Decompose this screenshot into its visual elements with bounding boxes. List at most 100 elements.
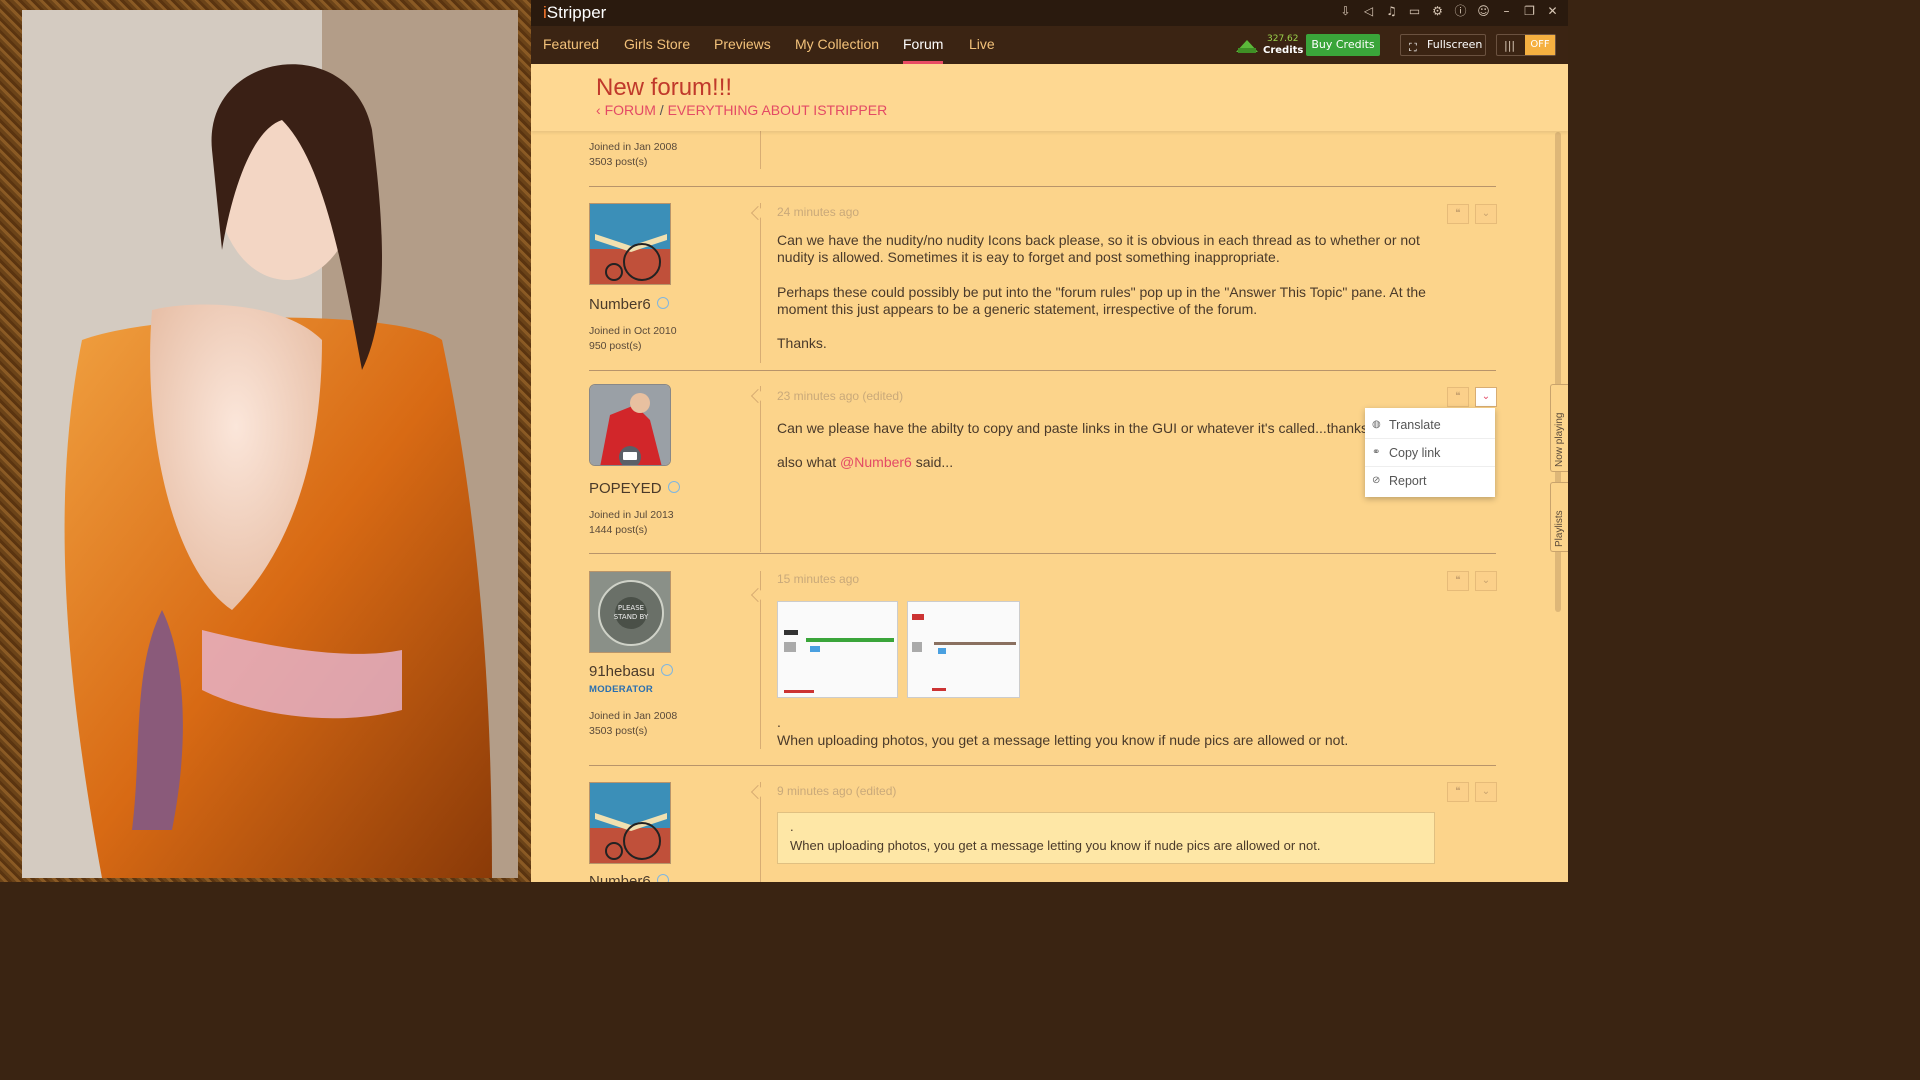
nav-girls-store[interactable]: Girls Store: [624, 26, 690, 64]
credits-value: 327.62: [1267, 34, 1299, 44]
joined-date: Joined in Jan 2008: [589, 141, 678, 153]
avatar[interactable]: [589, 782, 671, 864]
quote-dot: .: [790, 819, 794, 834]
woman-avatar-icon: [590, 385, 670, 465]
music-icon[interactable]: ♫: [1384, 4, 1399, 19]
post-divider: [760, 386, 761, 552]
chevron-left-icon[interactable]: ‹: [596, 102, 605, 118]
app-logo: iStripper: [543, 3, 607, 22]
link-icon: ⚭: [1372, 447, 1381, 458]
quote-button[interactable]: ❝: [1447, 204, 1469, 224]
fullscreen-button[interactable]: ⛶ Fullscreen: [1400, 34, 1486, 56]
image-thumbnail[interactable]: [907, 601, 1020, 698]
main-nav: Featured Girls Store Previews My Collect…: [531, 26, 1568, 64]
post-notch: [750, 587, 766, 603]
mention-link[interactable]: @Number6: [840, 454, 912, 470]
chevron-down-icon[interactable]: ⌄: [1475, 204, 1497, 224]
breadcrumb: ‹ FORUM / EVERYTHING ABOUT ISTRIPPER: [596, 102, 887, 118]
menu-report[interactable]: ⊘ Report: [1365, 467, 1495, 495]
bicycle-avatar-icon: [590, 783, 670, 863]
nav-featured[interactable]: Featured: [543, 26, 599, 64]
credits-display[interactable]: 327.62 Credits: [1234, 33, 1304, 57]
buy-credits-button[interactable]: Buy Credits: [1306, 34, 1380, 56]
quote-button[interactable]: ❝: [1447, 782, 1469, 802]
nav-forum[interactable]: Forum: [903, 26, 944, 64]
post-meta: Joined in Jul 2013 1444 post(s): [589, 508, 674, 538]
avatar[interactable]: [589, 203, 671, 285]
please-stand-by-avatar-icon: PLEASE STAND BY: [590, 572, 670, 652]
breadcrumb-category[interactable]: EVERYTHING ABOUT ISTRIPPER: [668, 102, 888, 118]
page-title: New forum!!!: [596, 74, 733, 101]
forum-content: New forum!!! ‹ FORUM / EVERYTHING ABOUT …: [531, 64, 1568, 882]
nav-previews[interactable]: Previews: [714, 26, 771, 64]
username[interactable]: Number6: [589, 873, 669, 882]
post-time: 23 minutes ago (edited): [777, 389, 904, 403]
avatar[interactable]: PLEASE STAND BY: [589, 571, 671, 653]
post-notch: [750, 388, 766, 404]
fullscreen-icon: ⛶: [1409, 41, 1417, 54]
post-count: 950 post(s): [589, 340, 642, 352]
post-notch: [750, 784, 766, 800]
model-photo-frame: [0, 0, 531, 882]
post-count: 1444 post(s): [589, 524, 648, 536]
playlists-tab[interactable]: Playlists: [1550, 482, 1568, 552]
menu-translate[interactable]: ◍ Translate: [1365, 411, 1495, 439]
image-thumbnail[interactable]: [777, 601, 898, 698]
model-photo-art: [22, 10, 518, 878]
user-icon[interactable]: ☺: [1476, 4, 1491, 19]
nav-my-collection[interactable]: My Collection: [795, 26, 879, 64]
post-time: 15 minutes ago: [777, 572, 860, 586]
globe-icon: ◍: [1372, 419, 1381, 430]
username[interactable]: Number6: [589, 296, 669, 313]
diamond-badge-icon: [656, 297, 669, 310]
info-icon[interactable]: ⓘ: [1453, 4, 1468, 19]
toggle-state: OFF: [1525, 35, 1555, 55]
post-body: When uploading photos, you get a message…: [777, 732, 1349, 748]
chevron-down-icon[interactable]: ⌄: [1475, 387, 1497, 407]
minimize-icon[interactable]: –: [1499, 4, 1514, 19]
post-divider: [760, 203, 761, 363]
now-playing-tab[interactable]: Now playing: [1550, 384, 1568, 472]
fullscreen-label: Fullscreen: [1427, 38, 1483, 51]
svg-text:PLEASE: PLEASE: [618, 604, 644, 612]
player-toggle[interactable]: ||| OFF: [1496, 34, 1556, 56]
quote-button[interactable]: ❝: [1447, 387, 1469, 407]
post-count: 3503 post(s): [589, 156, 648, 168]
star-badge-icon: [660, 664, 673, 677]
breadcrumb-forum[interactable]: FORUM: [605, 102, 656, 118]
post-body: Can we please have the abilty to copy an…: [777, 420, 1372, 436]
quote-button[interactable]: ❝: [1447, 571, 1469, 591]
report-icon: ⊘: [1372, 475, 1381, 486]
username[interactable]: POPEYED: [589, 480, 680, 497]
post-time: 9 minutes ago (edited): [777, 784, 897, 798]
model-photo: [22, 10, 518, 878]
quote-text: When uploading photos, you get a message…: [790, 838, 1321, 853]
download-icon[interactable]: ⇩: [1338, 4, 1353, 19]
post-time: 24 minutes ago: [777, 205, 860, 219]
username[interactable]: 91hebasu: [589, 663, 673, 680]
credits-icon: [1236, 40, 1258, 53]
monitor-icon[interactable]: ▭: [1407, 4, 1422, 19]
post-body: Can we have the nudity/no nudity Icons b…: [777, 232, 1420, 265]
chevron-down-icon[interactable]: ⌄: [1475, 782, 1497, 802]
credits-label: Credits: [1263, 45, 1304, 56]
chevron-down-icon[interactable]: ⌄: [1475, 571, 1497, 591]
post-divider: [760, 782, 761, 882]
post-body: Perhaps these could possibly be put into…: [777, 284, 1426, 317]
close-icon[interactable]: ✕: [1545, 4, 1560, 19]
gear-icon[interactable]: ⚙: [1430, 4, 1445, 19]
post-actions: ❝ ⌄: [1447, 204, 1499, 224]
post-notch: [750, 205, 766, 221]
joined-date: Joined in Jan 2008: [589, 710, 678, 722]
screenshot-thumbnail: [908, 602, 1019, 697]
avatar[interactable]: [589, 384, 671, 466]
menu-copy-link[interactable]: ⚭ Copy link: [1365, 439, 1495, 467]
restore-icon[interactable]: ❐: [1522, 4, 1537, 19]
breadcrumb-separator: /: [659, 102, 664, 118]
post-body: .: [777, 714, 781, 730]
post-separator: [589, 765, 1496, 766]
nav-live[interactable]: Live: [969, 26, 995, 64]
screenshot-thumbnail: [778, 602, 897, 697]
announce-icon[interactable]: ◁: [1361, 4, 1376, 19]
svg-text:STAND BY: STAND BY: [614, 613, 649, 621]
